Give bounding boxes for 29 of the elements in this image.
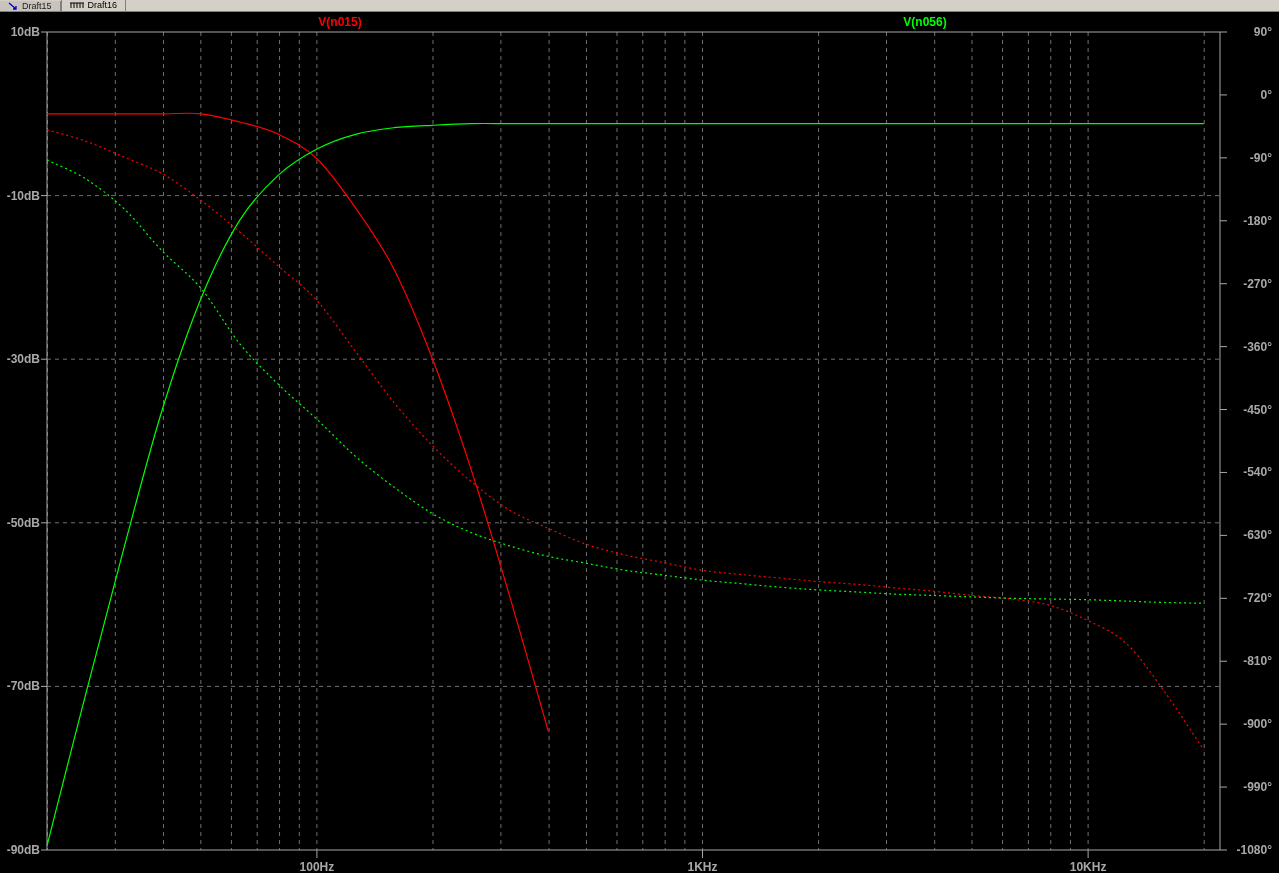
trace-label[interactable]: V(n015): [318, 15, 362, 29]
axis-label: -270°: [1243, 276, 1272, 291]
axis-label: 10dB: [10, 25, 40, 39]
axis-label: 0°: [1260, 87, 1272, 102]
axis-label: -360°: [1243, 339, 1272, 354]
axis-label: -990°: [1243, 780, 1272, 795]
axis-label: -630°: [1243, 528, 1272, 543]
axis-label: 100Hz: [299, 860, 335, 873]
axis-label: -70dB: [6, 679, 40, 694]
tab[interactable]: Draft15: [0, 1, 61, 11]
axis-label: 10KHz: [1069, 860, 1107, 873]
axis-label: 1KHz: [687, 860, 718, 873]
comb-icon: [69, 2, 84, 8]
axis-label: -450°: [1243, 402, 1272, 417]
axis-label: -1080°: [1236, 843, 1272, 857]
axis-label: -30dB: [6, 352, 40, 367]
axis-label: -90dB: [6, 843, 40, 857]
axis-label: -810°: [1243, 654, 1272, 669]
axis-label: 90°: [1253, 25, 1272, 39]
arrow-icon: [8, 2, 18, 10]
axis-label: -900°: [1243, 717, 1272, 732]
axis-label: -720°: [1243, 591, 1272, 606]
axis-label: -90°: [1249, 150, 1272, 165]
axis-label: -540°: [1243, 465, 1272, 480]
axis-label: -10dB: [6, 188, 40, 203]
axis-label: -180°: [1243, 213, 1272, 228]
trace-label[interactable]: V(n056): [903, 15, 947, 29]
tab[interactable]: Draft16: [60, 0, 127, 11]
axis-label: -50dB: [6, 515, 40, 530]
